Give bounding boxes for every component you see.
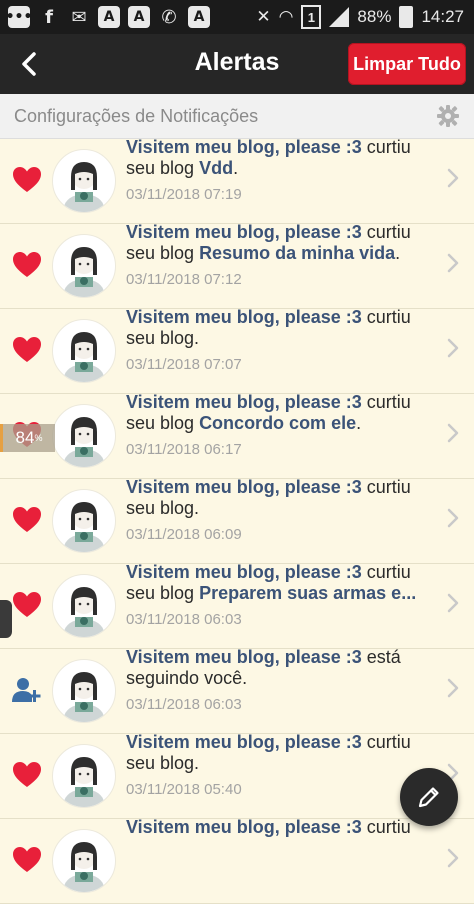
notification-settings-bar[interactable]: Configurações de Notificações [0, 94, 474, 139]
username-link[interactable]: Visitem meu blog, please :3 [126, 477, 362, 497]
notification-timestamp: 03/11/2018 06:03 [126, 696, 242, 713]
notification-message: Visitem meu blog, please :3 curtiu seu b… [126, 392, 411, 433]
heart-icon [12, 335, 42, 365]
chevron-right-icon [447, 678, 459, 698]
side-drawer-handle[interactable] [0, 600, 12, 638]
blog-link[interactable]: Concordo com ele [199, 413, 356, 433]
notification-row[interactable]: Visitem meu blog, please :3 curtiu seu b… [0, 307, 474, 394]
notification-timestamp: 03/11/2018 06:09 [126, 526, 242, 543]
chevron-right-icon [447, 423, 459, 443]
notification-row[interactable]: Visitem meu blog, please :3 está seguind… [0, 647, 474, 734]
chevron-right-icon [447, 253, 459, 273]
notification-row[interactable]: Visitem meu blog, please :3 curtiu seu b… [0, 562, 474, 649]
notification-row[interactable]: Visitem meu blog, please :3 curtiu seu b… [0, 477, 474, 564]
status-bar: ••• f ✉ A A ✆ A ✕ ◠ 1 88% 14:27 [0, 0, 474, 34]
signal-icon [329, 7, 350, 27]
wifi-icon: ◠ [278, 7, 294, 26]
battery-percent: 88% [357, 7, 392, 26]
back-arrow-icon[interactable] [16, 50, 44, 78]
notification-message: Visitem meu blog, please :3 curtiu seu b… [126, 222, 411, 263]
whatsapp-icon: ✆ [161, 6, 177, 28]
gear-icon[interactable] [436, 104, 460, 128]
avatar[interactable] [52, 319, 116, 383]
chevron-right-icon [447, 168, 459, 188]
username-link[interactable]: Visitem meu blog, please :3 [126, 732, 362, 752]
heart-icon [12, 590, 42, 620]
clear-all-button[interactable]: Limpar Tudo [348, 43, 466, 85]
username-link[interactable]: Visitem meu blog, please :3 [126, 222, 362, 242]
notification-message: Visitem meu blog, please :3 curtiu seu b… [126, 562, 417, 603]
notification-message: Visitem meu blog, please :3 curtiu seu b… [126, 477, 411, 518]
username-link[interactable]: Visitem meu blog, please :3 [126, 137, 362, 157]
heart-icon [12, 165, 42, 195]
notification-timestamp: 03/11/2018 07:19 [126, 186, 242, 203]
heart-icon [12, 250, 42, 280]
notification-timestamp: 03/11/2018 07:07 [126, 356, 242, 373]
notification-timestamp: 03/11/2018 05:40 [126, 781, 242, 798]
notification-message: Visitem meu blog, please :3 curtiu seu b… [126, 137, 411, 178]
notification-row[interactable]: Visitem meu blog, please :3 curtiu [0, 817, 474, 904]
mute-icon: ✕ [256, 7, 271, 26]
username-link[interactable]: Visitem meu blog, please :3 [126, 392, 362, 412]
facebook-icon: f [45, 6, 53, 28]
sim-icon: 1 [301, 5, 322, 29]
avatar[interactable] [52, 744, 116, 808]
heart-icon [12, 505, 42, 535]
avatar[interactable] [52, 829, 116, 893]
message-icon: ✉ [71, 6, 87, 28]
compose-fab-button[interactable] [400, 768, 458, 826]
avatar[interactable] [52, 659, 116, 723]
overlay-percent-badge: 84% [0, 424, 55, 452]
chevron-right-icon [447, 508, 459, 528]
notification-timestamp: 03/11/2018 07:12 [126, 271, 242, 288]
notification-message: Visitem meu blog, please :3 está seguind… [126, 647, 401, 688]
username-link[interactable]: Visitem meu blog, please :3 [126, 307, 362, 327]
amino-icon: A [128, 6, 150, 28]
top-bar: Alertas Limpar Tudo [0, 34, 474, 94]
notification-message: Visitem meu blog, please :3 curtiu seu b… [126, 307, 411, 348]
status-right: ✕ ◠ 1 88% 14:27 [256, 5, 464, 29]
blog-link[interactable]: Vdd [199, 158, 233, 178]
notification-message: Visitem meu blog, please :3 curtiu [126, 817, 411, 837]
status-icons: ••• f ✉ A A ✆ A [6, 6, 210, 28]
amino-icon: A [188, 6, 210, 28]
notification-timestamp: 03/11/2018 06:03 [126, 611, 242, 628]
notification-settings-label: Configurações de Notificações [14, 106, 259, 126]
avatar[interactable] [52, 489, 116, 553]
add-user-icon [12, 675, 42, 705]
username-link[interactable]: Visitem meu blog, please :3 [126, 562, 362, 582]
notification-row[interactable]: Visitem meu blog, please :3 curtiu seu b… [0, 137, 474, 224]
avatar[interactable] [52, 234, 116, 298]
blog-link[interactable]: Preparem suas armas e... [199, 583, 416, 603]
username-link[interactable]: Visitem meu blog, please :3 [126, 647, 362, 667]
avatar[interactable] [52, 149, 116, 213]
chevron-right-icon [447, 593, 459, 613]
notification-row[interactable]: Visitem meu blog, please :3 curtiu seu b… [0, 222, 474, 309]
chevron-right-icon [447, 848, 459, 868]
notification-message: Visitem meu blog, please :3 curtiu seu b… [126, 732, 411, 773]
chevron-right-icon [447, 338, 459, 358]
heart-icon [12, 760, 42, 790]
clock: 14:27 [421, 7, 464, 26]
battery-icon [399, 6, 414, 28]
pencil-icon [418, 787, 439, 808]
heart-icon [12, 845, 42, 875]
notification-timestamp: 03/11/2018 06:17 [126, 441, 242, 458]
blog-link[interactable]: Resumo da minha vida [199, 243, 395, 263]
notification-icon: ••• [6, 6, 32, 28]
username-link[interactable]: Visitem meu blog, please :3 [126, 817, 362, 837]
avatar[interactable] [52, 404, 116, 468]
avatar[interactable] [52, 574, 116, 638]
amino-icon: A [98, 6, 120, 28]
notification-row[interactable]: Visitem meu blog, please :3 curtiu seu b… [0, 392, 474, 479]
